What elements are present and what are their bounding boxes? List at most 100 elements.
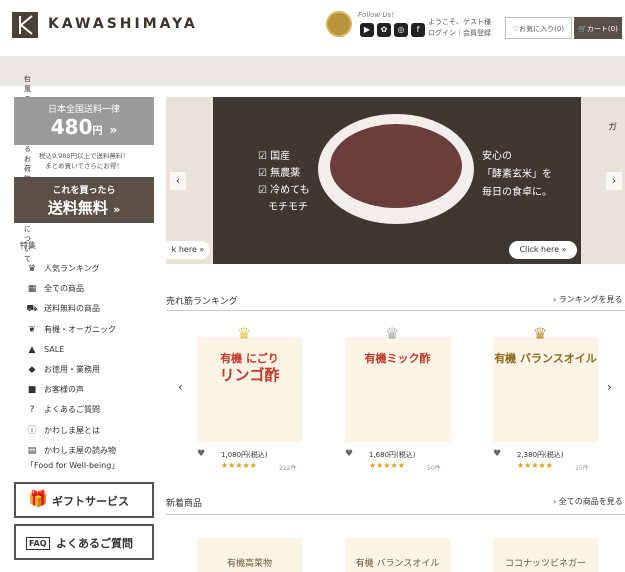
hero-feature-4: モチモチ [258, 202, 308, 213]
faq-icon: FAQ [26, 537, 50, 550]
rank-crown-icon: ♛ [533, 324, 548, 343]
shipping-price-value: 480 [50, 115, 93, 139]
sidebar-item[interactable]: ♛ 人気ランキング [26, 262, 100, 276]
new-items-link[interactable]: › 全ての商品を見る [553, 496, 623, 507]
rating-stars: ★★★★★ [517, 461, 553, 470]
carousel-next-button[interactable]: › [606, 172, 622, 190]
faq-label: よくあるご質問 [56, 537, 133, 550]
hero-tagline-1: 安心の [482, 151, 512, 162]
welcome-text: ようこそ、ゲスト様 [428, 18, 491, 26]
product-name-line2: リンゴ酢 [219, 366, 280, 384]
sidebar-item[interactable]: ? よくあるご質問 [26, 403, 100, 417]
ranking-title: 売れ筋ランキング [166, 297, 238, 307]
hero-features: ☑ 国産 ☑ 無農薬 ☑ 冷めても モチモチ [258, 148, 310, 216]
favorite-heart-icon[interactable]: ♥ [493, 449, 501, 459]
feature-section-title: 特集 [20, 241, 36, 250]
prev-slide-click-here[interactable]: k here » [166, 241, 210, 259]
review-count[interactable]: 15件 [575, 463, 589, 472]
ranking-next-arrow[interactable]: › [607, 380, 612, 394]
welcome-block: ようこそ、ゲスト様 ログイン｜会員登録 [428, 17, 491, 39]
logo-mark[interactable] [12, 12, 38, 38]
sidebar-item[interactable]: ■ お客様の声 [26, 383, 84, 397]
rice-image [330, 124, 462, 208]
sidebar-item-label: 全ての商品 [44, 284, 84, 294]
shipping-unit: 円 [92, 126, 103, 137]
youtube-icon[interactable]: ▶ [360, 23, 374, 37]
favorite-heart-icon[interactable]: ♥ [197, 449, 205, 459]
click-here-button[interactable]: Click here » [509, 241, 577, 259]
sidebar-item-label: お客様の声 [44, 385, 84, 395]
sidebar-item-label: 人気ランキング [44, 264, 100, 273]
logo-text[interactable]: KAWASHIMAYA [48, 16, 198, 32]
facebook-icon[interactable]: f [411, 23, 425, 37]
twitter-icon[interactable]: ✿ [377, 23, 391, 37]
ranking-prev-arrow[interactable]: ‹ [178, 380, 183, 394]
sidebar-item-label: 有機・オーガニック [44, 324, 116, 334]
gift-service-label: ギフトサービス [52, 495, 129, 508]
new-items-link-label: 全ての商品を見る [558, 497, 623, 506]
review-count[interactable]: 50件 [427, 463, 441, 472]
sidebar-item[interactable]: ▦ 全ての商品 [26, 282, 84, 296]
sidebar-item-label: お徳用・業務用 [44, 365, 100, 374]
sidebar-item[interactable]: ❦ 有機・オーガニック [26, 323, 116, 337]
sidebar-item[interactable]: ◆ お徳用・業務用 [26, 363, 100, 377]
sidebar-item-icon: ◆ [28, 365, 36, 375]
shipping-banner[interactable]: 日本全国送料一律 480円 » [14, 97, 154, 145]
sidebar-item-label: SALE [44, 344, 65, 354]
hero-feature-2: ☑ 無農薬 [258, 168, 301, 179]
sidebar-item-label: かわしま屋とは [44, 425, 100, 435]
rank-crown-icon: ♛ [385, 324, 400, 343]
sidebar-item-label: 送料無料の商品 [44, 304, 100, 314]
sidebar-item[interactable]: ▲ SALE [26, 343, 65, 357]
instagram-icon[interactable]: ◎ [394, 23, 408, 37]
notice-bar[interactable]: › 台風の影響によるお荷物のお届けについて [0, 56, 625, 263]
hero-tagline-3: 毎日の食卓に。 [482, 187, 552, 198]
favorite-heart-icon[interactable]: ♥ [345, 449, 353, 459]
new-items-divider [166, 514, 625, 515]
faq-button[interactable]: FAQ よくあるご質問 [14, 524, 154, 560]
new-product-label: 有機高菜物 [226, 559, 272, 569]
favorites-button[interactable]: ♡お気に入り(0) [505, 17, 572, 39]
cart-icon: 🛒 [578, 25, 587, 33]
hero-tagline-2: 「酵素玄米」を [482, 169, 552, 180]
product-price: 2,380円(税込) [517, 451, 564, 459]
gift-service-button[interactable]: 🎁 ギフトサービス [14, 482, 154, 518]
food-for-wellbeing-link[interactable]: 「Food for Well-being」 [26, 459, 119, 473]
hero-feature-1: ☑ 国産 [258, 151, 291, 162]
ranking-link[interactable]: › ランキングを見る [553, 294, 623, 305]
sidebar-item-icon: ❦ [28, 324, 36, 335]
rating-stars: ★★★★★ [369, 461, 405, 470]
carousel-prev-button[interactable]: ‹ [170, 172, 186, 190]
hero-feature-3: ☑ 冷めても [258, 185, 310, 196]
arrow-circle-icon: » [109, 123, 118, 137]
cart-button[interactable]: 🛒カート(0) [574, 17, 622, 39]
hero-tagline: 安心の 「酵素玄米」を 毎日の食卓に。 [482, 148, 552, 202]
sidebar-item[interactable]: ▤ かわしま屋の読み物 [26, 444, 116, 458]
new-product-label: 有機 バランスオイル [355, 559, 440, 569]
product-name: 有機 バランスオイル [494, 352, 597, 365]
sidebar-item-icon: ▤ [27, 445, 37, 456]
sidebar-item-icon: ▦ [27, 284, 37, 295]
shipping-price: 480円 » [14, 115, 154, 139]
free-shipping-line1: これを買ったら [52, 186, 116, 196]
sidebar-item-icon: ? [29, 405, 35, 416]
sidebar-item[interactable]: ⓘ かわしま屋とは [26, 424, 100, 438]
free-shipping-banner[interactable]: これを買ったら 送料無料 » [14, 177, 154, 223]
sidebar-item-icon: ⛟ [26, 304, 38, 315]
review-count[interactable]: 212件 [279, 463, 296, 472]
next-slide-peek-text: ガ [608, 123, 618, 133]
free-shipping-line2: 送料無料 » [14, 197, 154, 218]
logo-icon [19, 15, 33, 35]
shipping-title: 日本全国送料一律 [47, 105, 120, 115]
arrow-circle-icon: » [113, 203, 121, 216]
login-register-link[interactable]: ログイン｜会員登録 [428, 28, 491, 39]
ranking-link-label: ランキングを見る [558, 295, 623, 304]
new-items-title: 新着商品 [166, 499, 203, 509]
sidebar-item-icon: ⓘ [27, 425, 37, 436]
sidebar-item[interactable]: ⛟ 送料無料の商品 [26, 302, 100, 316]
follow-us-label: Follow Us! [358, 11, 395, 19]
ranking-divider [166, 310, 625, 311]
sidebar-item-icon: ▲ [28, 344, 36, 355]
new-product-label: ココナッツビネガー [504, 559, 586, 569]
rating-stars: ★★★★★ [221, 461, 257, 470]
